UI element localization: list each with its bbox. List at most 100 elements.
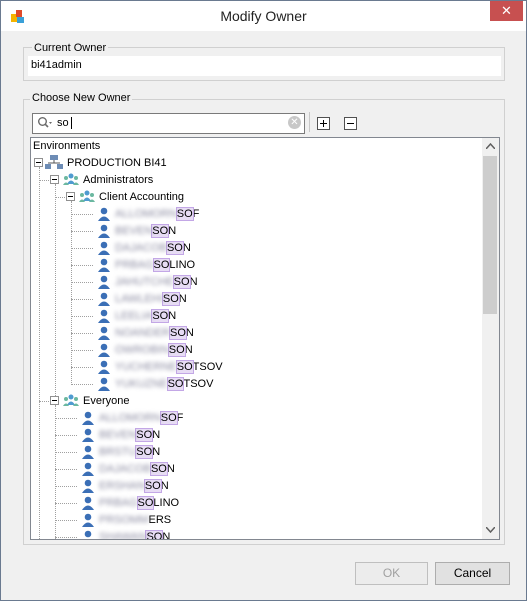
search-match-highlight: SO <box>166 377 185 391</box>
tree-node-user[interactable]: BEVENSON <box>99 428 161 442</box>
tree-node-user[interactable]: PRSOMMERS <box>99 514 171 526</box>
user-name-suffix: N <box>168 225 177 237</box>
tree-connector <box>71 350 93 351</box>
search-match-highlight: SO <box>145 530 164 539</box>
user-icon <box>82 445 94 459</box>
user-name-suffix: N <box>152 429 161 441</box>
search-match-highlight: SO <box>172 275 191 289</box>
tree-node-user[interactable]: DAJACOBSON <box>99 462 175 476</box>
search-match-highlight: SO <box>135 445 154 459</box>
search-match-highlight: SO <box>152 258 171 272</box>
user-icon <box>82 428 94 442</box>
tree-connector <box>71 384 93 385</box>
cancel-button[interactable]: Cancel <box>435 562 510 585</box>
scroll-down-icon[interactable] <box>486 527 495 533</box>
search-input[interactable]: so ✕ <box>32 113 305 134</box>
current-owner-box: bi41admin <box>28 56 501 76</box>
choose-owner-legend: Choose New Owner <box>30 92 133 104</box>
user-icon <box>98 258 110 272</box>
tree-node-everyone[interactable]: Everyone <box>83 395 129 407</box>
tree-connector <box>71 299 93 300</box>
search-icon[interactable] <box>37 116 53 130</box>
collapse-production-icon[interactable] <box>34 158 43 167</box>
tree-connector <box>55 537 77 538</box>
tree-node-client-accounting[interactable]: Client Accounting <box>99 191 184 203</box>
user-name-redacted: YUKUZNE <box>115 378 168 390</box>
tree-node-user[interactable]: SHAWANSON <box>99 530 170 539</box>
tree-node-user[interactable]: ALLOMORNSOF <box>115 207 199 221</box>
search-match-highlight: SO <box>149 462 168 476</box>
tree-node-user[interactable]: DAJACOBSON <box>115 241 191 255</box>
tree-connector <box>71 231 93 232</box>
tree-node-user[interactable]: LEELIASON <box>115 309 177 323</box>
tree-node-user[interactable]: ERSHANSON <box>99 479 169 493</box>
search-match-highlight: SO <box>165 241 184 255</box>
user-name-redacted: DAJACOB <box>115 242 167 254</box>
user-icon <box>98 275 110 289</box>
tree-guide-admin <box>55 184 56 400</box>
user-icon <box>98 241 110 255</box>
collapse-all-icon[interactable] <box>344 117 357 130</box>
tree-connector <box>55 503 77 504</box>
search-match-highlight: SO <box>143 479 162 493</box>
user-name-redacted: PRBAG <box>115 259 154 271</box>
tree-node-user[interactable]: OWROBINSON <box>115 343 193 357</box>
tree-node-user[interactable]: BRSTUSON <box>99 445 161 459</box>
user-icon <box>98 292 110 306</box>
scroll-up-icon[interactable] <box>486 143 495 149</box>
collapse-everyone-icon[interactable] <box>50 396 59 405</box>
clear-icon[interactable]: ✕ <box>288 116 301 129</box>
user-name-suffix: N <box>152 446 161 458</box>
user-name-suffix: N <box>189 276 198 288</box>
user-name-suffix: N <box>178 293 187 305</box>
collapse-administrators-icon[interactable] <box>50 175 59 184</box>
tree-node-user[interactable]: BEVENSON <box>115 224 177 238</box>
user-name-redacted: ALLOMORN <box>115 208 177 220</box>
tree-node-user[interactable]: PRBAGSOLINO <box>99 496 179 510</box>
search-match-highlight: SO <box>167 343 186 357</box>
user-name-suffix: TSOV <box>183 378 214 390</box>
tree-scrollbar[interactable] <box>482 138 499 539</box>
tree-node-administrators[interactable]: Administrators <box>83 174 153 186</box>
user-icon <box>98 326 110 340</box>
tree-node-user[interactable]: JAHUTCHESON <box>115 275 198 289</box>
user-name-suffix: N <box>168 310 177 322</box>
user-name-redacted: PRBAG <box>99 497 138 509</box>
tree-node-production[interactable]: PRODUCTION BI41 <box>67 157 167 169</box>
user-name-suffix: N <box>160 480 169 492</box>
tree-node-user[interactable]: YUKUZNESOTSOV <box>115 377 214 391</box>
tree-connector <box>71 367 93 368</box>
user-icon <box>82 479 94 493</box>
tree-connector <box>55 469 77 470</box>
user-name-redacted: LAWLEHI <box>115 293 163 305</box>
search-match-highlight: SO <box>169 326 187 340</box>
tree-node-user[interactable]: ALLOMORNSOF <box>99 411 183 425</box>
group-icon <box>63 394 79 406</box>
search-match-highlight: SO <box>159 411 178 425</box>
search-match-highlight: SO <box>151 309 170 323</box>
tree-connector <box>71 214 93 215</box>
owner-tree[interactable]: Environments PRODUCTION BI41 Administrat… <box>30 137 500 540</box>
user-name-redacted: BRSTU <box>99 446 137 458</box>
tree-connector <box>71 248 93 249</box>
user-name-suffix: N <box>182 242 191 254</box>
server-icon <box>45 155 63 169</box>
search-match-highlight: SO <box>175 207 194 221</box>
scrollbar-thumb[interactable] <box>483 156 497 314</box>
user-icon <box>98 343 110 357</box>
tree-node-user[interactable]: PRBAGSOLINO <box>115 258 195 272</box>
tree-node-user[interactable]: NOANDERSON <box>115 326 194 340</box>
user-icon <box>82 462 94 476</box>
tree-connector <box>55 486 77 487</box>
group-icon <box>79 190 95 202</box>
user-name-redacted: LEELIA <box>115 310 153 322</box>
collapse-client-accounting-icon[interactable] <box>66 192 75 201</box>
tree-node-user[interactable]: YUCHERNESOTSOV <box>115 360 223 374</box>
close-button[interactable]: ✕ <box>490 1 523 21</box>
ok-button[interactable]: OK <box>355 562 428 585</box>
tree-node-user[interactable]: LAWLEHISON <box>115 292 187 306</box>
user-icon <box>98 377 110 391</box>
expand-all-icon[interactable] <box>317 117 330 130</box>
user-name-redacted: NOANDER <box>115 327 171 339</box>
user-name-suffix: N <box>166 463 175 475</box>
